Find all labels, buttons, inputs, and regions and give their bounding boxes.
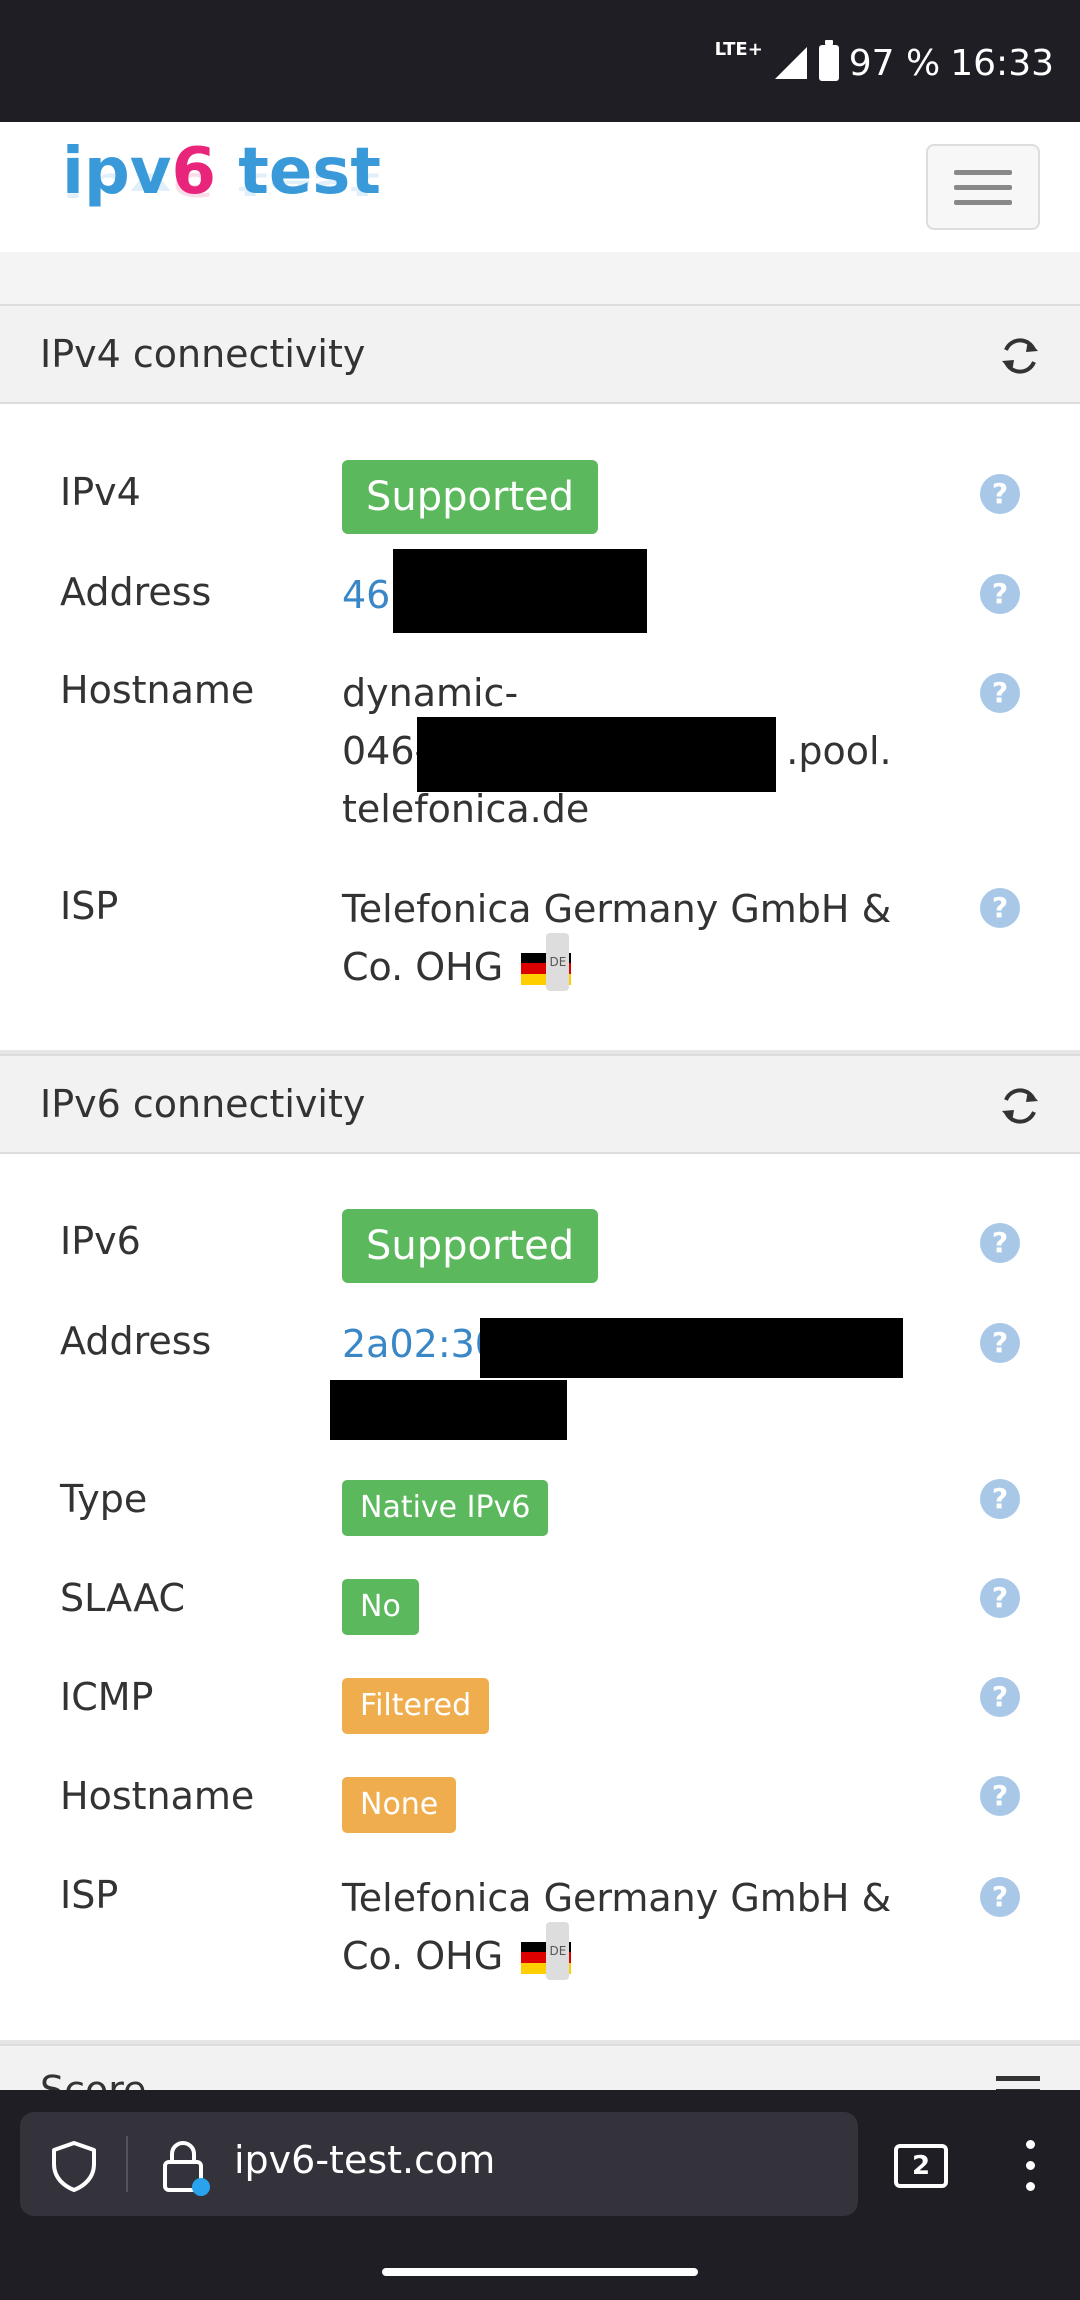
score-panel-title: Score	[40, 2068, 147, 2090]
ipv6-slaac-label: SLAAC	[60, 1576, 186, 1620]
url-divider	[126, 2136, 128, 2192]
refresh-icon[interactable]	[998, 1084, 1042, 1128]
redaction-block	[393, 549, 647, 633]
help-icon[interactable]: ?	[980, 474, 1020, 514]
ipv6-panel-title: IPv6 connectivity	[40, 1082, 366, 1126]
page-spacer	[0, 252, 1080, 306]
icmp-badge: Filtered	[342, 1678, 490, 1734]
germany-flag-icon: DE	[521, 1921, 572, 1980]
ipv4-supported-badge: Supported	[342, 460, 599, 534]
refresh-icon[interactable]	[998, 334, 1042, 378]
help-icon[interactable]: ?	[980, 1323, 1020, 1363]
ipv4-panel-title: IPv4 connectivity	[40, 332, 366, 376]
site-logo[interactable]: ipv6 test ipv6 test	[62, 140, 381, 240]
ipv6-isp-label: ISP	[60, 1873, 119, 1917]
score-panel-header: Score	[0, 2044, 1080, 2090]
ipv6-supported-badge: Supported	[342, 1209, 599, 1283]
help-icon[interactable]: ?	[980, 574, 1020, 614]
hamburger-icon-line	[954, 199, 1012, 205]
hamburger-icon-line	[954, 184, 1012, 190]
connection-indicator	[192, 2178, 210, 2196]
ipv4-status: Supported	[342, 460, 599, 534]
ipv4-hostname-label: Hostname	[60, 668, 255, 712]
ipv4-isp-label: ISP	[60, 884, 119, 928]
ipv6-icmp-label: ICMP	[60, 1675, 154, 1719]
logo-reflection: ipv6 test	[62, 165, 381, 203]
ipv6-status: Supported	[342, 1209, 599, 1283]
help-icon[interactable]: ?	[980, 1776, 1020, 1816]
help-icon[interactable]: ?	[980, 1677, 1020, 1717]
redaction-block	[330, 1380, 567, 1440]
browser-toolbar: ipv6-test.com 2	[0, 2090, 1080, 2300]
list-icon[interactable]	[996, 2076, 1040, 2090]
status-bar: LTE+ 97 % 16:33	[0, 0, 1080, 122]
redaction-block	[480, 1318, 903, 1378]
ipv6-isp-value: Telefonica Germany GmbH & Co. OHG DE	[342, 1876, 892, 1980]
network-type: LTE+	[714, 38, 763, 60]
hamburger-icon-line	[954, 169, 1012, 175]
help-icon[interactable]: ?	[980, 1877, 1020, 1917]
redaction-block	[417, 717, 776, 792]
ipv6-address-link[interactable]: 2a02:30	[342, 1315, 499, 1373]
help-icon[interactable]: ?	[980, 1479, 1020, 1519]
clock: 16:33	[950, 42, 1054, 84]
slaac-badge: No	[342, 1579, 419, 1635]
help-icon[interactable]: ?	[980, 1578, 1020, 1618]
address-bar[interactable]: ipv6-test.com	[20, 2112, 858, 2216]
home-indicator[interactable]	[382, 2268, 698, 2276]
ipv6-label: IPv6	[60, 1219, 141, 1263]
ipv4-panel-header: IPv4 connectivity	[0, 304, 1080, 404]
url-text[interactable]: ipv6-test.com	[234, 2138, 495, 2182]
ipv6-address-label: Address	[60, 1319, 212, 1363]
hamburger-menu-button[interactable]	[926, 144, 1040, 230]
ipv6-type-label: Type	[60, 1477, 148, 1521]
battery-level: 97 %	[848, 42, 941, 84]
help-icon[interactable]: ?	[980, 1223, 1020, 1263]
ipv6-hostname-label: Hostname	[60, 1774, 255, 1818]
signal-icon	[774, 47, 807, 79]
ipv6-panel-header: IPv6 connectivity	[0, 1054, 1080, 1154]
ipv4-label: IPv4	[60, 470, 141, 514]
hostname-badge: None	[342, 1777, 457, 1833]
hostname-line: dynamic-	[342, 671, 519, 715]
ipv4-address-label: Address	[60, 570, 212, 614]
help-icon[interactable]: ?	[980, 673, 1020, 713]
site-header: ipv6 test ipv6 test	[0, 122, 1080, 252]
ipv4-isp-value: Telefonica Germany GmbH & Co. OHG DE	[342, 887, 892, 991]
help-icon[interactable]: ?	[980, 888, 1020, 928]
battery-icon	[818, 40, 839, 81]
status-bar-right: LTE+ 97 % 16:33	[715, 38, 1054, 88]
germany-flag-icon: DE	[521, 932, 572, 991]
more-vertical-icon[interactable]	[1026, 2140, 1038, 2203]
type-badge: Native IPv6	[342, 1480, 549, 1536]
tabs-icon[interactable]: 2	[894, 2144, 948, 2188]
shield-icon[interactable]	[50, 2140, 98, 2192]
